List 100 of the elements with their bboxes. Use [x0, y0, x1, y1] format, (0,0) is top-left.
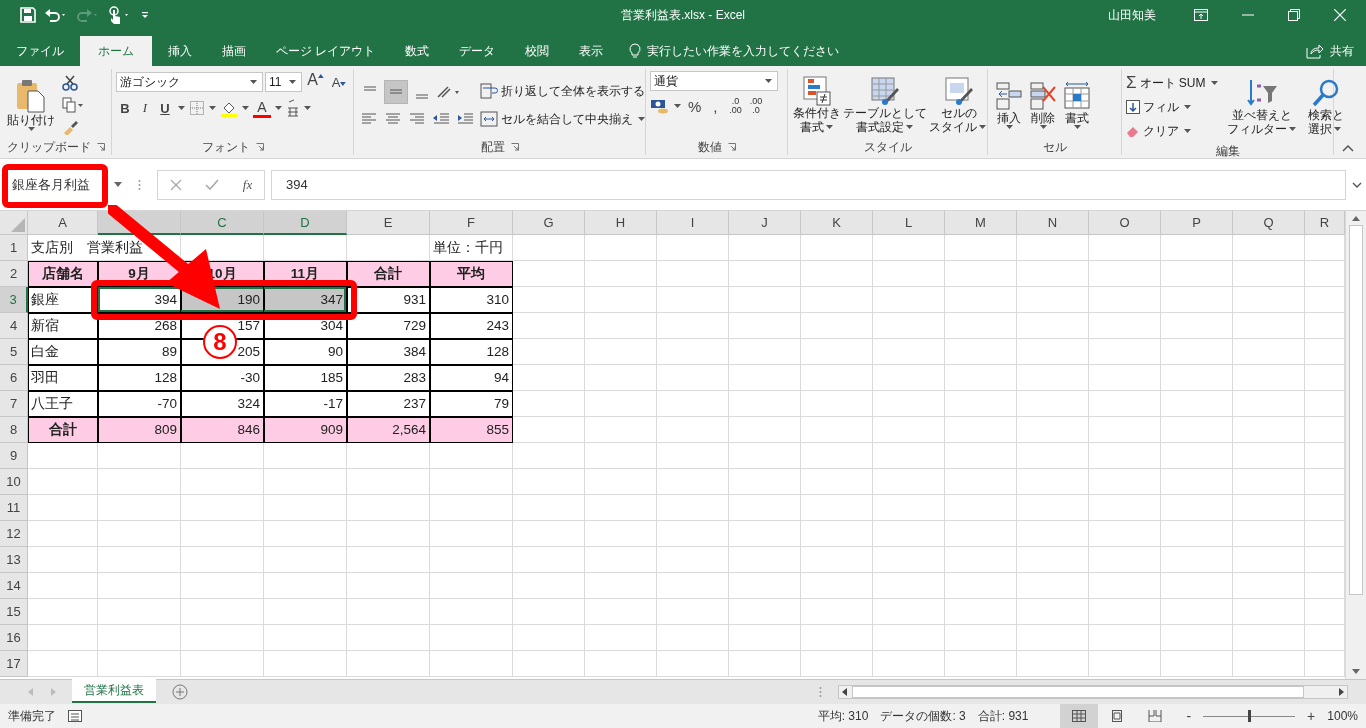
- scissors-icon[interactable]: [62, 75, 78, 91]
- dropdown-icon[interactable]: [178, 106, 185, 110]
- row-header[interactable]: 5: [0, 339, 28, 365]
- ribbon-tab[interactable]: ホーム: [80, 36, 152, 66]
- column-header[interactable]: Q: [1233, 211, 1305, 235]
- cells-button[interactable]: 挿入: [992, 79, 1026, 131]
- sort-filter-button[interactable]: 並べ替えと フィルター: [1223, 76, 1301, 138]
- dropdown-icon[interactable]: [209, 106, 216, 110]
- currency-icon[interactable]: [650, 97, 670, 115]
- name-box-dropdown-icon[interactable]: [114, 181, 122, 188]
- scroll-up-icon[interactable]: [1352, 215, 1360, 221]
- dialog-launcher-icon[interactable]: [727, 143, 736, 151]
- row-header[interactable]: 6: [0, 365, 28, 391]
- save-icon[interactable]: [20, 7, 36, 23]
- dialog-launcher-icon[interactable]: [255, 143, 264, 151]
- underline-button[interactable]: U: [156, 97, 174, 119]
- insert-function-button[interactable]: fx: [242, 176, 253, 193]
- zoom-slider[interactable]: [1248, 709, 1252, 722]
- scroll-left-icon[interactable]: [842, 688, 848, 696]
- find-select-button[interactable]: 検索と 選択: [1304, 76, 1347, 138]
- dropdown-icon[interactable]: [674, 104, 681, 108]
- column-header[interactable]: D: [264, 211, 347, 235]
- column-header[interactable]: E: [347, 211, 430, 235]
- tell-me-field[interactable]: 実行したい作業を入力してください: [647, 44, 848, 58]
- column-header[interactable]: H: [585, 211, 657, 235]
- row-header[interactable]: 1: [0, 235, 28, 261]
- font-name-field[interactable]: 游ゴシック: [116, 72, 263, 92]
- clear-button[interactable]: クリア: [1126, 119, 1220, 143]
- row-header[interactable]: 12: [0, 521, 28, 547]
- row-header[interactable]: 11: [0, 495, 28, 521]
- zoom-out-button[interactable]: -: [1186, 708, 1192, 724]
- undo-icon[interactable]: [44, 7, 68, 23]
- ribbon-tab[interactable]: 数式: [391, 36, 444, 66]
- column-header[interactable]: M: [945, 211, 1017, 235]
- column-header[interactable]: A: [28, 211, 98, 235]
- dropdown-icon[interactable]: [242, 106, 249, 110]
- scrollbar-thumb[interactable]: [1349, 225, 1363, 595]
- grow-font-button[interactable]: A: [304, 71, 327, 93]
- grip-icon[interactable]: [819, 686, 822, 698]
- ribbon-tab[interactable]: 描画: [208, 36, 260, 66]
- bold-button[interactable]: B: [116, 97, 134, 119]
- ribbon-tab[interactable]: データ: [445, 36, 510, 66]
- percent-button[interactable]: %: [685, 95, 705, 117]
- formula-field[interactable]: 394: [271, 169, 1346, 200]
- row-header[interactable]: 10: [0, 469, 28, 495]
- expand-formula-icon[interactable]: [1352, 181, 1362, 188]
- italic-button[interactable]: I: [136, 97, 154, 119]
- ribbon-tab[interactable]: 挿入: [154, 36, 206, 66]
- ribbon-tab[interactable]: ファイル: [2, 36, 78, 66]
- ribbon-display-icon[interactable]: [1194, 9, 1208, 21]
- zoom-in-button[interactable]: +: [1307, 708, 1316, 724]
- check-icon[interactable]: [205, 178, 220, 191]
- dropdown-icon[interactable]: [304, 106, 311, 110]
- normal-view-icon[interactable]: [1060, 704, 1099, 728]
- phonetic-icon[interactable]: [286, 99, 300, 117]
- style-button[interactable]: 条件付き 書式: [792, 74, 842, 136]
- number-format-field[interactable]: 通貨: [650, 71, 778, 91]
- customize-toolbar-icon[interactable]: [140, 10, 150, 20]
- zoom-level[interactable]: 100%: [1327, 709, 1358, 723]
- decimal-button[interactable]: .00 .0: [746, 97, 766, 115]
- column-header[interactable]: O: [1089, 211, 1161, 235]
- column-header[interactable]: F: [430, 211, 513, 235]
- row-header[interactable]: 8: [0, 417, 28, 443]
- scroll-right-icon[interactable]: [1338, 688, 1344, 696]
- row-header[interactable]: 15: [0, 599, 28, 625]
- format-painter-icon[interactable]: [62, 119, 78, 135]
- copy-icon[interactable]: [62, 97, 84, 113]
- column-header[interactable]: J: [729, 211, 801, 235]
- column-header[interactable]: K: [801, 211, 873, 235]
- row-header[interactable]: 14: [0, 573, 28, 599]
- style-button[interactable]: セルの スタイル: [928, 74, 989, 136]
- column-header[interactable]: P: [1161, 211, 1233, 235]
- collapse-ribbon-icon[interactable]: [1342, 144, 1354, 152]
- row-header[interactable]: 7: [0, 391, 28, 417]
- add-sheet-icon[interactable]: [172, 684, 188, 700]
- row-header[interactable]: 17: [0, 651, 28, 677]
- wrap-text-button[interactable]: 折り返して全体を表示する: [480, 79, 647, 103]
- scroll-down-icon[interactable]: [1352, 669, 1360, 675]
- ribbon-tab[interactable]: 校閲: [511, 36, 564, 66]
- dropdown-icon[interactable]: [275, 106, 282, 110]
- ribbon-tab[interactable]: 表示: [565, 36, 618, 66]
- row-header[interactable]: 16: [0, 625, 28, 651]
- merge-center-button[interactable]: セルを結合して中央揃え: [480, 107, 647, 131]
- font-size-field[interactable]: 11: [264, 72, 303, 92]
- user-name[interactable]: 山田知美: [1108, 6, 1156, 24]
- row-header[interactable]: 9: [0, 443, 28, 469]
- row-header[interactable]: 3: [0, 287, 28, 313]
- font-color-button[interactable]: A: [253, 98, 271, 118]
- column-header[interactable]: I: [657, 211, 729, 235]
- horizontal-scrollbar[interactable]: [838, 685, 1348, 699]
- cells-button[interactable]: 削除: [1026, 79, 1060, 131]
- column-header[interactable]: G: [513, 211, 585, 235]
- row-header[interactable]: 2: [0, 261, 28, 287]
- shrink-font-button[interactable]: A: [328, 71, 349, 93]
- autosum-button[interactable]: Σ オート SUM: [1126, 71, 1220, 95]
- restore-icon[interactable]: [1288, 9, 1300, 21]
- macro-record-icon[interactable]: [68, 710, 82, 722]
- row-header[interactable]: 4: [0, 313, 28, 339]
- share-button[interactable]: 共有: [1306, 36, 1366, 66]
- column-header[interactable]: R: [1305, 211, 1345, 235]
